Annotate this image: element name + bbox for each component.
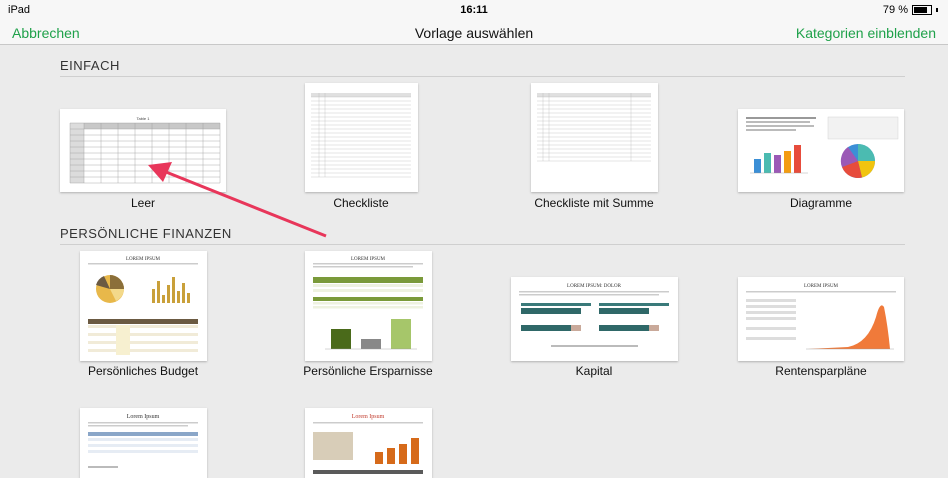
template-label: Diagramme (789, 196, 852, 210)
section-title-finance: PERSÖNLICHE FINANZEN (60, 226, 232, 241)
thumb-title: LOREM IPSUM (126, 257, 161, 262)
status-bar: iPad 16:11 79 % (0, 0, 948, 20)
template-thumbnail-kapital: LOREM IPSUM: DOLOR (511, 277, 678, 361)
template-label: Kapital (575, 364, 613, 378)
template-label: Leer (130, 196, 156, 210)
section-divider (60, 244, 905, 245)
thumb-title: LOREM IPSUM (804, 284, 839, 289)
template-thumbnail-leer: Table 1 (60, 109, 226, 192)
template-label: Persönliche Ersparnisse (303, 364, 433, 378)
section-divider (60, 76, 905, 77)
template-label: Persönliches Budget (87, 364, 199, 378)
thumb-title: LOREM IPSUM: DOLOR (567, 284, 622, 289)
thumb-title: Lorem Ipsum (127, 414, 160, 420)
thumb-title: Lorem Ipsum (352, 414, 385, 420)
table-caption: Table 1 (137, 116, 151, 121)
template-thumbnail-row3-1: Lorem Ipsum (80, 408, 207, 478)
show-categories-button[interactable]: Kategorien einblenden (796, 25, 936, 41)
template-thumbnail-diagramme (738, 109, 904, 192)
section-title-basic: EINFACH (60, 58, 120, 73)
clock: 16:11 (460, 4, 488, 16)
template-thumbnail-ersparnisse: LOREM IPSUM (305, 251, 432, 361)
navigation-bar: Abbrechen Vorlage auswählen Kategorien e… (0, 20, 948, 45)
battery-status: 79 % (883, 4, 938, 16)
battery-icon (912, 5, 932, 15)
template-thumbnail-checkliste (305, 83, 418, 192)
template-label: Checkliste mit Summe (534, 196, 654, 210)
battery-percentage: 79 % (882, 4, 908, 16)
thumb-title: LOREM IPSUM (351, 257, 386, 262)
template-thumbnail-row3-2: Lorem Ipsum (305, 408, 432, 478)
template-label: Checkliste (333, 196, 389, 210)
template-thumbnail-rente: LOREM IPSUM (738, 277, 904, 361)
template-label: Rentensparpläne (775, 364, 867, 378)
template-thumbnail-checkliste-summe (531, 83, 658, 192)
template-thumbnail-budget: LOREM IPSUM (80, 251, 207, 361)
